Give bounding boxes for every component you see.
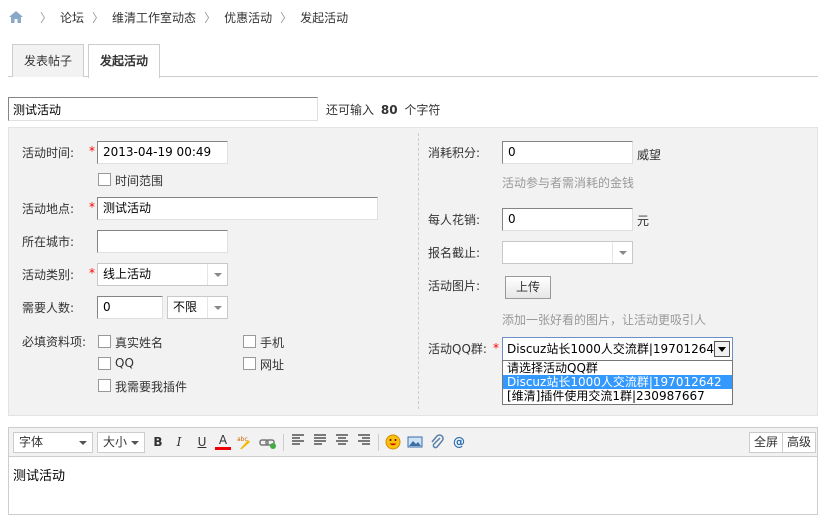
credit-input[interactable]: 0 <box>502 141 633 164</box>
highlight-icon[interactable]: abc <box>236 434 252 450</box>
subject-input[interactable] <box>8 97 318 121</box>
qq-option[interactable]: [维清]插件使用交流1群|230987667 <box>503 389 732 403</box>
breadcrumb-forum[interactable]: 论坛 <box>60 9 84 26</box>
credit-label: 消耗积分: <box>428 146 481 160</box>
required-mark: * <box>493 341 499 355</box>
size-select[interactable]: 大小 <box>97 432 145 453</box>
breadcrumb-separator: 〉 <box>204 10 217 25</box>
qq-option[interactable]: 请选择活动QQ群 <box>503 361 732 375</box>
qq-option-selected[interactable]: Discuz站长1000人交流群|197012642 <box>503 375 732 389</box>
tab-activity[interactable]: 发起活动 <box>88 44 160 78</box>
realname-label: 真实姓名 <box>115 336 164 350</box>
align-justify-icon[interactable] <box>312 434 328 450</box>
mobile-checkbox[interactable] <box>243 335 256 348</box>
city-label: 所在城市: <box>22 235 75 249</box>
chevron-down-icon <box>612 242 632 263</box>
category-select[interactable]: 线上活动 <box>97 263 228 286</box>
chevron-down-icon <box>207 297 227 318</box>
breadcrumb-board[interactable]: 维清工作室动态 <box>112 9 196 26</box>
breadcrumb-separator: 〉 <box>40 10 53 25</box>
range-label: 时间范围 <box>115 174 164 188</box>
people-limit-value: 不限 <box>173 300 198 314</box>
align-left-icon[interactable] <box>290 434 306 450</box>
editor-content[interactable]: 测试活动 <box>9 457 817 492</box>
image-icon[interactable] <box>407 434 423 450</box>
required-mark: * <box>89 144 95 158</box>
qq-group-value: Discuz站长1000人交流群|197012642 <box>507 342 722 356</box>
align-right-icon[interactable] <box>356 434 372 450</box>
post-editor: 字体 大小 B I U A abc @ 全屏 高级 测试活动 <box>8 427 818 515</box>
toolbar-separator <box>378 434 379 451</box>
breadcrumb-separator: 〉 <box>92 10 105 25</box>
cost-label: 每人花销: <box>428 213 481 227</box>
image-hint: 添加一张好看的图片，让活动更吸引人 <box>502 313 707 327</box>
advanced-button[interactable]: 高级 <box>782 432 817 453</box>
italic-icon[interactable]: I <box>171 434 187 450</box>
deadline-select[interactable] <box>502 241 633 264</box>
remain-prefix: 还可输入 <box>326 103 375 117</box>
link-remove-icon[interactable] <box>259 434 276 450</box>
qq-group-dropdown: 请选择活动QQ群 Discuz站长1000人交流群|197012642 [维清]… <box>502 360 733 405</box>
credit-unit: 威望 <box>637 148 662 162</box>
editor-toolbar: 字体 大小 B I U A abc @ 全屏 高级 <box>9 428 817 457</box>
cost-unit: 元 <box>637 214 650 228</box>
time-label: 活动时间: <box>22 146 75 160</box>
required-mark: * <box>89 266 95 280</box>
website-checkbox[interactable] <box>243 357 256 370</box>
category-label: 活动类别: <box>22 268 75 282</box>
required-fields-label: 必填资料项: <box>22 335 87 349</box>
chevron-down-icon <box>207 264 227 285</box>
remain-count: 80 <box>380 103 398 117</box>
time-input[interactable]: 2013-04-19 00:49 <box>97 141 228 164</box>
mention-icon[interactable]: @ <box>451 434 467 450</box>
image-label: 活动图片: <box>428 279 481 293</box>
font-select[interactable]: 字体 <box>13 432 93 453</box>
category-value: 线上活动 <box>103 267 152 281</box>
place-label: 活动地点: <box>22 202 75 216</box>
column-divider <box>418 133 419 409</box>
mobile-label: 手机 <box>260 336 285 350</box>
bold-icon[interactable]: B <box>150 434 166 450</box>
attachment-icon[interactable] <box>429 434 445 450</box>
cost-input[interactable]: 0 <box>502 208 633 231</box>
text-color-icon[interactable]: A <box>215 434 231 450</box>
remain-suffix: 个字符 <box>404 103 441 117</box>
qq-label: QQ <box>115 356 134 370</box>
plugin-label: 我需要我插件 <box>115 380 188 394</box>
smiley-icon[interactable] <box>385 434 401 450</box>
chevron-down-icon[interactable] <box>714 341 730 357</box>
qq-group-select[interactable]: Discuz站长1000人交流群|197012642 <box>502 337 733 361</box>
realname-checkbox[interactable] <box>98 335 111 348</box>
upload-button[interactable]: 上传 <box>505 276 551 299</box>
credit-hint: 活动参与者需消耗的金钱 <box>502 176 635 190</box>
people-input[interactable]: 0 <box>97 296 163 319</box>
breadcrumb-current: 发起活动 <box>300 10 349 25</box>
deadline-label: 报名截止: <box>428 246 481 260</box>
align-center-icon[interactable] <box>334 434 350 450</box>
required-mark: * <box>89 200 95 214</box>
breadcrumb-category[interactable]: 优惠活动 <box>224 9 272 26</box>
post-type-tabs: 发表帖子 发起活动 <box>8 44 818 78</box>
toolbar-separator <box>283 434 284 451</box>
tab-post[interactable]: 发表帖子 <box>12 44 84 77</box>
qq-checkbox[interactable] <box>98 357 111 370</box>
place-input[interactable]: 测试活动 <box>97 197 378 220</box>
home-icon[interactable] <box>8 10 24 24</box>
svg-text:abc: abc <box>237 436 248 443</box>
city-input[interactable] <box>97 230 228 253</box>
qq-group-label: 活动QQ群: <box>428 342 487 356</box>
website-label: 网址 <box>260 358 285 372</box>
underline-icon[interactable]: U <box>194 434 210 450</box>
plugin-checkbox[interactable] <box>98 379 111 392</box>
fullscreen-button[interactable]: 全屏 <box>749 432 784 453</box>
char-remaining: 还可输入 80 个字符 <box>326 101 440 118</box>
people-limit-select[interactable]: 不限 <box>167 296 228 319</box>
breadcrumb-separator: 〉 <box>280 10 293 25</box>
range-checkbox[interactable] <box>98 173 111 186</box>
breadcrumb: 〉 论坛 〉 维清工作室动态 〉 优惠活动 〉 发起活动 <box>8 8 348 26</box>
people-label: 需要人数: <box>22 301 75 315</box>
